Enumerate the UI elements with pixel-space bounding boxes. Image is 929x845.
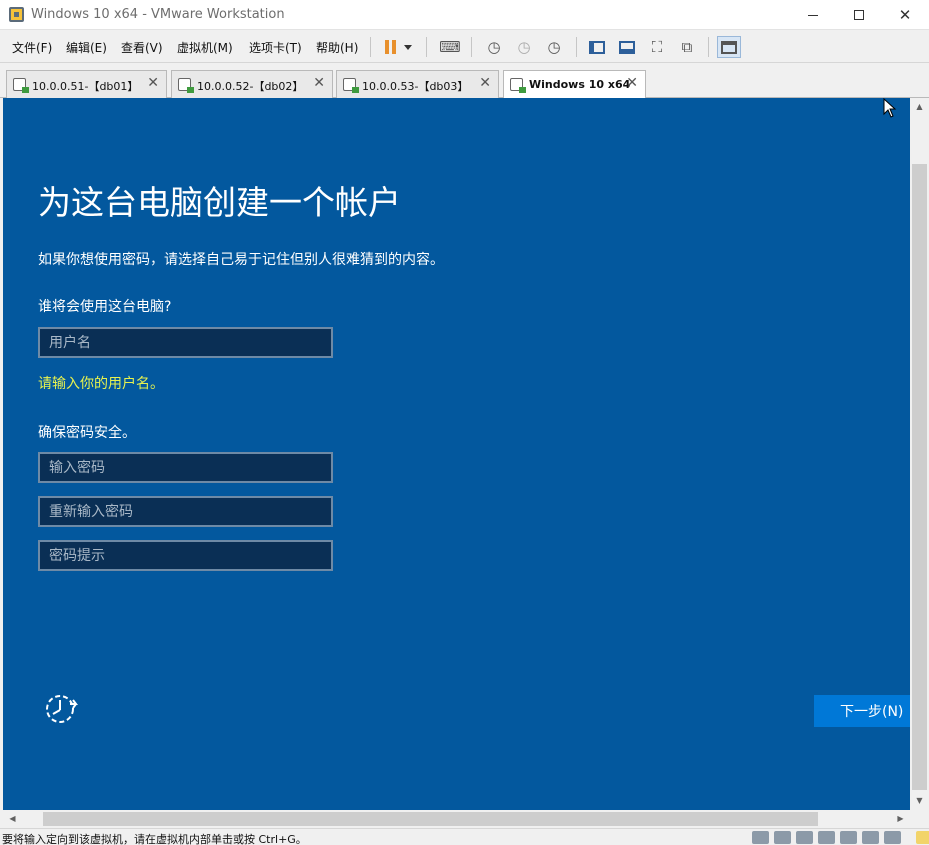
- vm-tab-icon: [510, 78, 526, 93]
- vertical-scroll-thumb[interactable]: [912, 164, 927, 790]
- minimize-icon: [808, 14, 818, 16]
- tab-label: 10.0.0.52-【db02】: [197, 80, 304, 93]
- status-bar: 要将输入定向到该虚拟机，请在虚拟机内部单击或按 Ctrl+G。: [0, 828, 929, 845]
- toolbar-separator: [370, 37, 371, 57]
- menu-view[interactable]: 查看(V): [121, 39, 163, 56]
- tab-close-icon[interactable]: ✕: [479, 75, 491, 91]
- username-error-text: 请输入你的用户名。: [38, 376, 164, 392]
- vm-tab-icon: [178, 78, 194, 93]
- dropdown-icon: [404, 44, 412, 50]
- password-input[interactable]: [38, 452, 333, 483]
- display-icon[interactable]: [884, 831, 901, 844]
- maximize-button[interactable]: [836, 0, 882, 30]
- sidebar-view-icon: [589, 40, 605, 54]
- take-snapshot-button[interactable]: ◷: [482, 36, 506, 58]
- pause-icon: [384, 40, 396, 54]
- horizontal-scrollbar[interactable]: ◀ ▶: [3, 810, 910, 828]
- password-section-label: 确保密码安全。: [38, 425, 136, 441]
- usb-controller-icon[interactable]: [818, 831, 835, 844]
- show-library-button[interactable]: [585, 36, 609, 58]
- close-icon: ✕: [898, 6, 912, 24]
- window-title: Windows 10 x64 - VMware Workstation: [31, 7, 285, 22]
- tab-label: Windows 10 x64: [529, 78, 631, 91]
- scroll-up-icon[interactable]: ▲: [910, 102, 929, 111]
- close-button[interactable]: ✕: [882, 0, 928, 30]
- menu-tabs[interactable]: 选项卡(T): [249, 39, 302, 56]
- console-view-icon: [721, 40, 737, 54]
- hard-disk-icon[interactable]: [752, 831, 769, 844]
- tab-db02[interactable]: 10.0.0.52-【db02】 ✕: [171, 70, 333, 98]
- title-bar: Windows 10 x64 - VMware Workstation ✕: [0, 0, 929, 30]
- keyboard-icon: ⌨: [439, 37, 461, 56]
- snapshot-revert-icon: ◷: [517, 37, 531, 56]
- who-label: 谁将会使用这台电脑?: [38, 299, 172, 315]
- revert-snapshot-button[interactable]: ◷: [512, 36, 536, 58]
- tab-close-icon[interactable]: ✕: [313, 75, 325, 91]
- minimize-button[interactable]: [790, 0, 836, 30]
- tab-db03[interactable]: 10.0.0.53-【db03】 ✕: [336, 70, 499, 98]
- menu-edit[interactable]: 编辑(E): [66, 39, 107, 56]
- unity-icon: ⧉: [681, 37, 693, 56]
- next-button[interactable]: 下一步(N): [814, 695, 910, 727]
- tab-label: 10.0.0.51-【db01】: [32, 80, 139, 93]
- power-dropdown-button[interactable]: [400, 36, 416, 58]
- scroll-down-icon[interactable]: ▼: [910, 796, 929, 805]
- scroll-corner: [910, 810, 929, 828]
- pause-button[interactable]: [378, 36, 402, 58]
- menu-file[interactable]: 文件(F): [12, 39, 52, 56]
- console-view-button[interactable]: [717, 36, 741, 58]
- toolbar-separator: [471, 37, 472, 57]
- username-input[interactable]: [38, 327, 333, 358]
- message-log-icon[interactable]: [916, 831, 929, 844]
- horizontal-scroll-thumb[interactable]: [43, 812, 818, 826]
- toolbar-separator: [426, 37, 427, 57]
- printer-icon[interactable]: [840, 831, 857, 844]
- sound-card-icon[interactable]: [862, 831, 879, 844]
- maximize-icon: [854, 10, 864, 20]
- send-ctrl-alt-del-button[interactable]: ⌨: [438, 36, 462, 58]
- unity-button[interactable]: ⧉: [675, 36, 699, 58]
- confirm-password-input[interactable]: [38, 496, 333, 527]
- vm-screen[interactable]: 为这台电脑创建一个帐户 如果你想使用密码，请选择自己易于记住但别人很难猜到的内容…: [3, 98, 910, 810]
- status-text: 要将输入定向到该虚拟机，请在虚拟机内部单击或按 Ctrl+G。: [2, 833, 307, 845]
- password-hint-input[interactable]: [38, 540, 333, 571]
- ease-of-access-icon[interactable]: [43, 690, 79, 726]
- tab-windows-10-x64[interactable]: Windows 10 x64 ✕: [503, 70, 646, 99]
- menu-vm[interactable]: 虚拟机(M): [177, 39, 233, 56]
- mouse-cursor-icon: [883, 98, 897, 118]
- vertical-scrollbar[interactable]: ▲ ▼: [910, 98, 929, 810]
- full-screen-icon: ⛶: [651, 37, 663, 56]
- tab-label: 10.0.0.53-【db03】: [362, 80, 469, 93]
- page-subtitle: 如果你想使用密码，请选择自己易于记住但别人很难猜到的内容。: [38, 252, 444, 268]
- cd-drive-icon[interactable]: [774, 831, 791, 844]
- vm-tab-icon: [343, 78, 359, 93]
- toolbar-separator: [708, 37, 709, 57]
- tab-db01[interactable]: 10.0.0.51-【db01】 ✕: [6, 70, 167, 98]
- tab-close-icon[interactable]: ✕: [626, 75, 638, 91]
- thumbnail-bar-icon: [619, 40, 635, 54]
- menu-help[interactable]: 帮助(H): [316, 39, 358, 56]
- scroll-right-icon[interactable]: ▶: [891, 814, 910, 823]
- menu-bar: 文件(F) 编辑(E) 查看(V) 虚拟机(M) 选项卡(T) 帮助(H) ⌨ …: [0, 31, 929, 63]
- device-status-icons: [752, 831, 929, 844]
- vmware-app-icon: [9, 7, 24, 22]
- toolbar-separator: [576, 37, 577, 57]
- snapshot-manager-icon: ◷: [547, 37, 561, 56]
- snapshot-manager-button[interactable]: ◷: [542, 36, 566, 58]
- tab-strip: 10.0.0.51-【db01】 ✕ 10.0.0.52-【db02】 ✕ 10…: [0, 64, 929, 99]
- network-adapter-icon[interactable]: [796, 831, 813, 844]
- scroll-left-icon[interactable]: ◀: [3, 814, 22, 823]
- page-title: 为这台电脑创建一个帐户: [38, 183, 401, 222]
- thumbnail-bar-button[interactable]: [615, 36, 639, 58]
- vm-tab-icon: [13, 78, 29, 93]
- snapshot-take-icon: ◷: [487, 37, 501, 56]
- full-screen-button[interactable]: ⛶: [645, 36, 669, 58]
- tab-close-icon[interactable]: ✕: [147, 75, 159, 91]
